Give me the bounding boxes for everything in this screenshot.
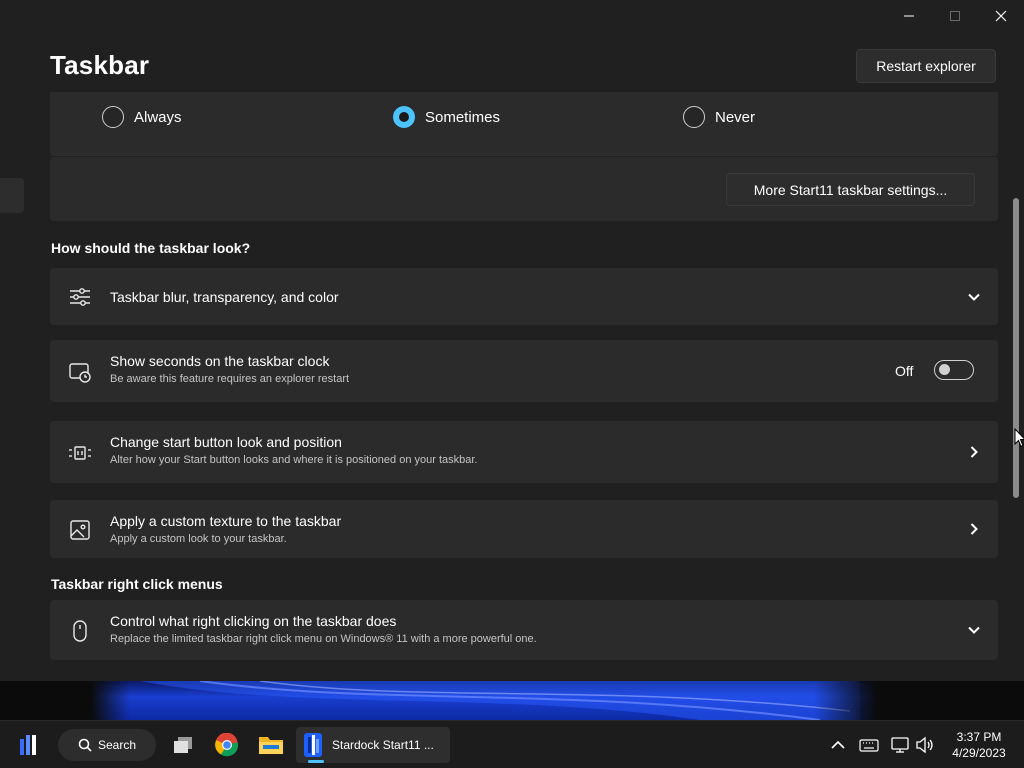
radio-button[interactable] (683, 106, 705, 128)
radio-option-sometimes[interactable]: Sometimes (393, 106, 500, 128)
mouse-cursor-icon (1014, 428, 1024, 448)
file-explorer-icon (259, 737, 283, 754)
show-seconds-toggle[interactable] (934, 360, 974, 380)
setting-subtitle: Alter how your Start button looks and wh… (110, 454, 478, 466)
minimize-icon (904, 15, 914, 17)
task-view-icon (174, 737, 192, 753)
start-button-icon (69, 446, 91, 460)
setting-title: Show seconds on the taskbar clock (110, 353, 330, 369)
vertical-scrollbar[interactable] (1013, 198, 1019, 498)
setting-title: Apply a custom texture to the taskbar (110, 513, 342, 529)
network-icon[interactable] (890, 735, 910, 755)
start11-icon (20, 735, 36, 755)
setting-subtitle: Be aware this feature requires an explor… (110, 373, 350, 385)
windows-taskbar: Search Stardock Start11 ... 3:37 PM 4/29… (0, 720, 1024, 768)
setting-title: Taskbar blur, transparency, and color (110, 289, 339, 305)
start11-app-icon (304, 733, 322, 757)
radio-button[interactable] (102, 106, 124, 128)
radio-label: Never (715, 108, 756, 126)
section-heading-right-click: Taskbar right click menus (51, 576, 223, 592)
clock-time: 3:37 PM (956, 730, 1002, 744)
taskbar-clock[interactable]: 3:37 PM 4/29/2023 (944, 729, 1014, 761)
close-button[interactable] (978, 0, 1024, 32)
start11-button[interactable] (8, 727, 48, 763)
keyboard-icon[interactable] (859, 735, 879, 755)
sliders-icon (70, 288, 90, 306)
chrome-icon (215, 733, 239, 757)
chrome-button[interactable] (207, 727, 247, 763)
active-app-label: Stardock Start11 ... (332, 738, 434, 752)
toggle-state-label: Off (895, 363, 914, 379)
more-taskbar-settings-button[interactable]: More Start11 taskbar settings... (726, 173, 975, 206)
minimize-button[interactable] (886, 0, 932, 32)
settings-window: Taskbar Restart explorer Always Sometime… (0, 0, 1024, 681)
more-settings-card: More Start11 taskbar settings... (50, 157, 998, 221)
setting-row-blur[interactable]: Taskbar blur, transparency, and color (50, 268, 998, 325)
setting-subtitle: Replace the limited taskbar right click … (110, 633, 537, 645)
volume-icon[interactable] (915, 735, 935, 755)
radio-label: Sometimes (425, 108, 501, 126)
chevron-down-icon[interactable] (966, 289, 982, 305)
chevron-right-icon (970, 446, 978, 458)
close-icon (995, 10, 1007, 22)
taskbar-visibility-radio-group: Always Sometimes Never (50, 92, 998, 156)
maximize-button[interactable] (932, 0, 978, 32)
window-controls (886, 0, 1024, 32)
radio-option-always[interactable]: Always (102, 106, 182, 128)
setting-row-show-seconds: Show seconds on the taskbar clock Be awa… (50, 340, 998, 402)
file-explorer-button[interactable] (251, 727, 291, 763)
setting-row-start-button[interactable]: Change start button look and position Al… (50, 421, 998, 483)
taskbar-app-start11[interactable]: Stardock Start11 ... (296, 727, 450, 763)
setting-row-custom-texture[interactable]: Apply a custom texture to the taskbar Ap… (50, 500, 998, 558)
setting-title: Change start button look and position (110, 434, 342, 450)
chevron-up-icon[interactable] (828, 735, 848, 755)
maximize-icon (950, 11, 960, 21)
taskbar-search[interactable]: Search (58, 729, 156, 761)
chevron-down-icon[interactable] (966, 622, 982, 638)
task-view-button[interactable] (164, 727, 202, 763)
setting-title: Control what right clicking on the taskb… (110, 613, 397, 629)
search-label: Search (97, 738, 137, 752)
setting-subtitle: Apply a custom look to your taskbar. (110, 533, 287, 545)
chevron-right-icon (970, 523, 978, 535)
image-icon (70, 520, 90, 540)
clock-date: 4/29/2023 (952, 746, 1006, 760)
desktop-wallpaper (0, 681, 1024, 720)
radio-option-never[interactable]: Never (683, 106, 755, 128)
mouse-icon (73, 620, 87, 642)
clock-screen-icon (69, 363, 91, 383)
setting-row-right-click[interactable]: Control what right clicking on the taskb… (50, 600, 998, 660)
restart-explorer-button[interactable]: Restart explorer (856, 49, 996, 83)
section-heading-look: How should the taskbar look? (51, 240, 251, 256)
radio-label: Always (134, 108, 182, 126)
radio-button-checked[interactable] (393, 106, 415, 128)
sidebar-selected-item[interactable] (0, 178, 24, 213)
search-icon (78, 738, 92, 752)
page-title: Taskbar (50, 50, 150, 80)
